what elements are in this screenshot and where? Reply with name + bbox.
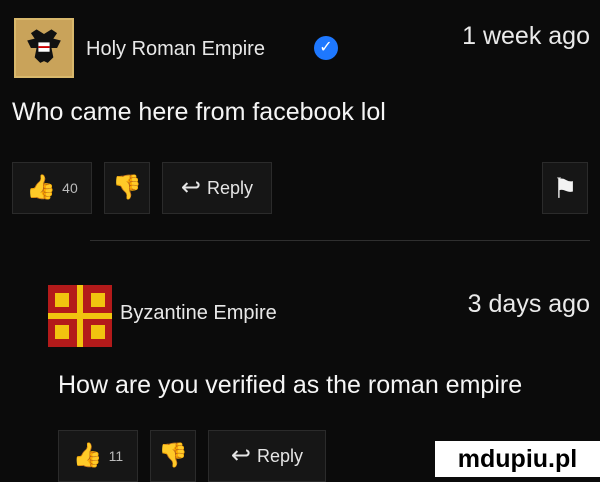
like-button[interactable]: 👍 11 — [58, 430, 138, 482]
flag-button[interactable]: ⚑ — [542, 162, 588, 214]
comment-text: Who came here from facebook lol — [12, 98, 386, 126]
username[interactable]: Holy Roman Empire — [86, 38, 265, 61]
divider — [90, 240, 590, 241]
tetragrammatic-cross-flag-icon — [48, 285, 112, 347]
watermark: mdupiu.pl — [435, 441, 600, 477]
comment-holy-roman-empire: Holy Roman Empire ✓ 1 week ago Who came … — [0, 0, 600, 241]
like-count: 11 — [108, 448, 124, 464]
comment-text: How are you verified as the roman empire — [58, 371, 523, 399]
avatar-double-headed-eagle-icon[interactable] — [14, 18, 74, 78]
thumbs-down-icon: 👎 — [112, 174, 142, 201]
reply-button[interactable]: ↩ Reply — [162, 162, 272, 214]
timestamp: 1 week ago — [462, 22, 590, 50]
thumbs-down-icon: 👎 — [158, 442, 188, 469]
like-button[interactable]: 👍 40 — [12, 162, 92, 214]
like-count: 40 — [62, 180, 78, 196]
comment-actions: 👍 11 👎 ↩ Reply — [58, 430, 326, 482]
comment-actions: 👍 40 👎 ↩ Reply — [12, 162, 272, 214]
double-headed-eagle-icon — [16, 20, 72, 76]
timestamp: 3 days ago — [467, 290, 590, 318]
dislike-button[interactable]: 👎 — [104, 162, 150, 214]
thumbs-up-icon: 👍 — [26, 174, 57, 201]
dislike-button[interactable]: 👎 — [150, 430, 196, 482]
avatar-byzantine-flag-icon[interactable] — [48, 285, 112, 347]
reply-label: Reply — [257, 445, 304, 466]
flag-icon: ⚑ — [552, 172, 578, 204]
checkmark-badge-icon: ✓ — [314, 36, 338, 60]
reply-label: Reply — [207, 177, 254, 198]
username[interactable]: Byzantine Empire — [120, 302, 277, 325]
reply-arrow-icon: ↩ — [180, 174, 202, 201]
thumbs-up-icon: 👍 — [72, 442, 103, 469]
reply-button[interactable]: ↩ Reply — [208, 430, 326, 482]
reply-arrow-icon: ↩ — [230, 442, 252, 469]
